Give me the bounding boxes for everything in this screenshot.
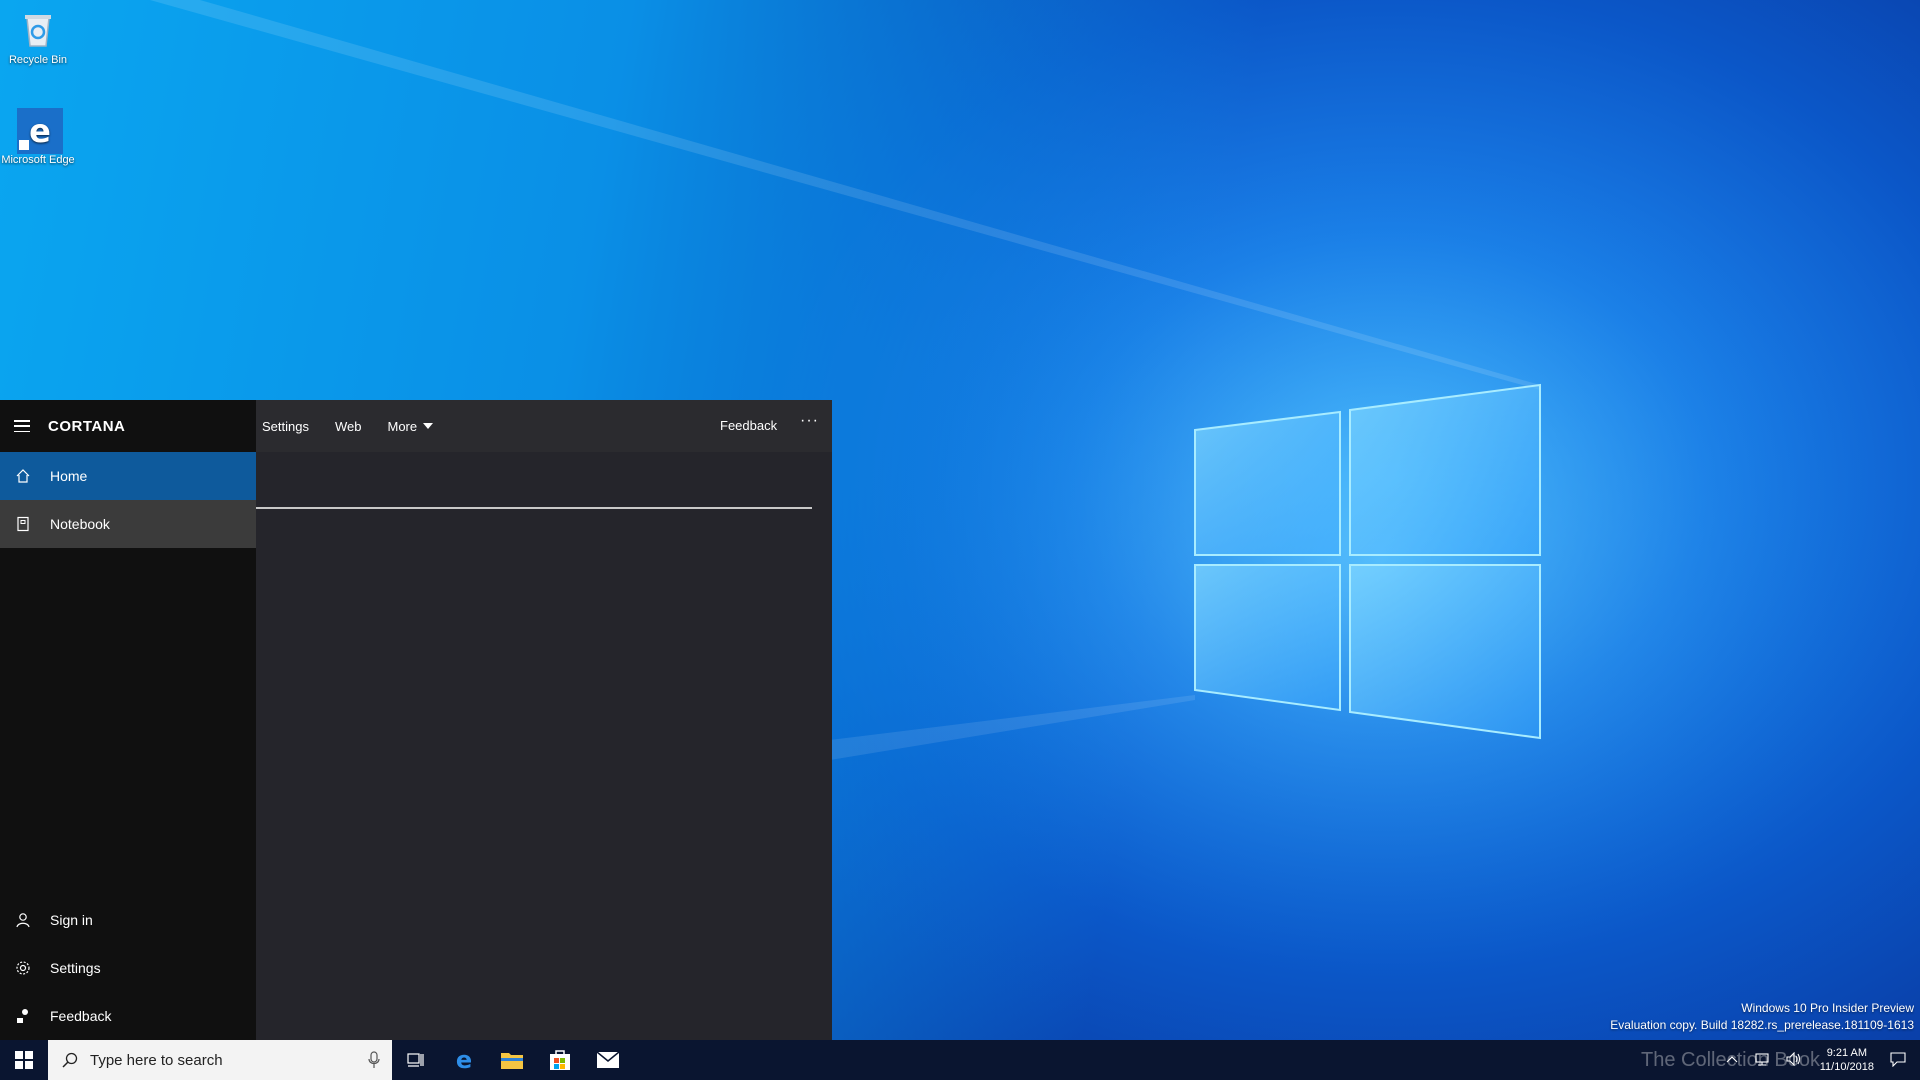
task-view-button[interactable] (392, 1040, 440, 1080)
search-placeholder: Type here to search (90, 1051, 223, 1069)
cortana-content: Settings Web More Feedback ··· (256, 400, 832, 1040)
desktop-icon-microsoft-edge[interactable]: e Microsoft Edge (0, 108, 76, 166)
sidebar-item-label: Settings (50, 960, 101, 976)
tab-web[interactable]: Web (335, 419, 362, 434)
sidebar-item-label: Feedback (50, 1008, 112, 1024)
taskbar-file-explorer-button[interactable] (488, 1040, 536, 1080)
sidebar-item-settings[interactable]: Settings (0, 944, 256, 992)
taskbar-search-box[interactable]: Type here to search (48, 1040, 392, 1080)
network-icon[interactable] (1754, 1052, 1770, 1069)
system-tray: 9:21 AM 11/10/2018 (1718, 1040, 1920, 1080)
taskbar-edge-button[interactable]: e (440, 1040, 488, 1080)
edge-icon: e (17, 108, 63, 154)
sidebar-item-home[interactable]: Home (0, 452, 256, 500)
search-icon (62, 1052, 78, 1068)
feedback-button[interactable]: Feedback (720, 418, 777, 433)
desktop-icon-label: Recycle Bin (8, 54, 68, 66)
cortana-panel: CORTANA Home Notebook Sign in Settings F… (0, 400, 832, 1040)
store-icon (550, 1050, 570, 1070)
task-view-icon (407, 1053, 424, 1067)
folder-icon (501, 1053, 523, 1069)
taskbar-clock[interactable]: 9:21 AM 11/10/2018 (1820, 1046, 1874, 1074)
evaluation-watermark: Windows 10 Pro Insider Preview Evaluatio… (1610, 1000, 1914, 1034)
svg-text:e: e (29, 112, 51, 150)
notebook-icon (14, 515, 32, 533)
taskbar-mail-button[interactable] (584, 1040, 632, 1080)
tab-more-label: More (387, 418, 418, 434)
tab-settings[interactable]: Settings (262, 419, 309, 434)
cortana-title: CORTANA (48, 417, 126, 435)
desktop-icon-label: Microsoft Edge (1, 154, 75, 166)
desktop-icon-recycle-bin[interactable]: Recycle Bin (0, 8, 76, 66)
mail-icon (596, 1051, 620, 1068)
svg-text:e: e (456, 1048, 472, 1072)
tab-more[interactable]: More (387, 418, 434, 434)
more-options-button[interactable]: ··· (800, 412, 819, 430)
sidebar-item-notebook[interactable]: Notebook (0, 500, 256, 548)
home-icon (14, 467, 32, 485)
microphone-icon[interactable] (368, 1051, 380, 1073)
sidebar-item-feedback[interactable]: Feedback (0, 992, 256, 1040)
taskbar-store-button[interactable] (536, 1040, 584, 1080)
volume-icon[interactable] (1786, 1051, 1802, 1069)
cortana-sidebar: CORTANA Home Notebook Sign in Settings F… (0, 400, 256, 1040)
taskbar: Type here to search e 9:21 AM 11/10/2018 (0, 1040, 1920, 1080)
feedback-icon (14, 1007, 32, 1025)
sidebar-item-sign-in[interactable]: Sign in (0, 896, 256, 944)
chevron-down-icon (423, 423, 434, 429)
sidebar-item-label: Home (50, 468, 88, 484)
person-icon (14, 911, 32, 929)
watermark-line-1: Windows 10 Pro Insider Preview (1741, 1001, 1914, 1015)
watermark-line-2: Evaluation copy. Build 18282.rs_prerelea… (1610, 1018, 1914, 1032)
gear-icon (14, 959, 32, 977)
sidebar-item-label: Sign in (50, 912, 93, 928)
search-input-underline[interactable] (256, 507, 812, 509)
chevron-up-icon[interactable] (1726, 1054, 1738, 1066)
cortana-header: CORTANA (0, 400, 256, 452)
windows-icon (15, 1051, 33, 1069)
sidebar-item-label: Notebook (50, 516, 110, 532)
clock-date: 11/10/2018 (1819, 1061, 1874, 1073)
hamburger-menu-icon[interactable] (14, 420, 30, 432)
edge-icon: e (456, 1048, 472, 1072)
start-button[interactable] (0, 1040, 48, 1080)
action-center-icon[interactable] (1890, 1051, 1906, 1070)
clock-time: 9:21 AM (1826, 1047, 1868, 1059)
recycle-bin-icon (17, 8, 59, 50)
